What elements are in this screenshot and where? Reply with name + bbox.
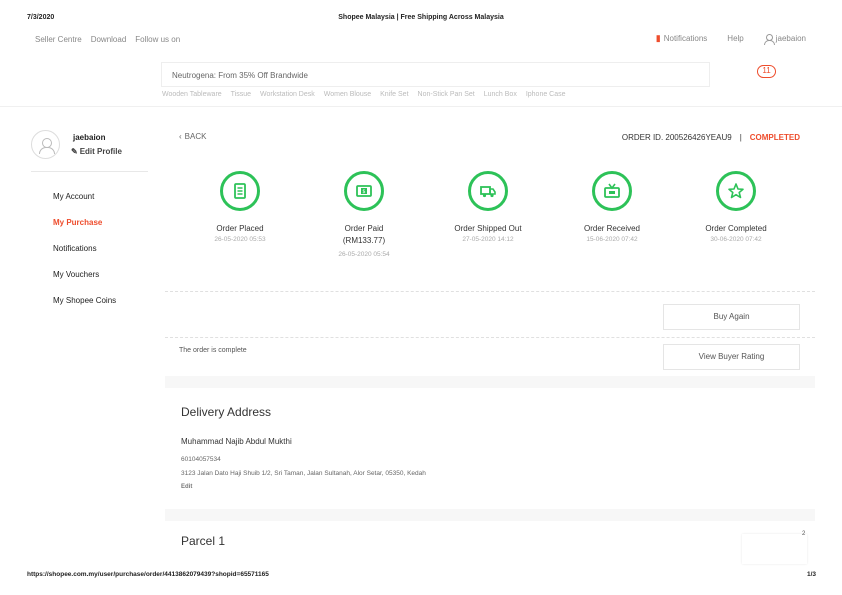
- notifications-label: Notifications: [663, 34, 708, 43]
- sidebar-item-my-vouchers[interactable]: My Vouchers: [53, 270, 116, 296]
- floating-panel: [742, 534, 807, 564]
- step-order-placed: Order Placed 26-05-2020 05:53: [180, 171, 300, 243]
- bell-icon: ▮: [655, 33, 661, 43]
- cart-count-badge[interactable]: 11: [757, 65, 776, 78]
- truck-icon: [468, 171, 508, 211]
- suggestion-link[interactable]: Wooden Tableware: [162, 91, 222, 98]
- order-id-bar: ORDER ID. 200526426YEAU9 | COMPLETED: [622, 133, 800, 142]
- step-label: Order Received: [583, 224, 641, 233]
- view-buyer-rating-button[interactable]: View Buyer Rating: [663, 344, 800, 370]
- buy-again-button[interactable]: Buy Again: [663, 304, 800, 330]
- step-time: 30-06-2020 07:42: [710, 236, 762, 243]
- edit-profile-link[interactable]: ✎ Edit Profile: [71, 147, 122, 156]
- step-order-paid: $ Order Paid (RM133.77) 26-05-2020 05:54: [304, 171, 424, 258]
- sidebar-item-my-shopee-coins[interactable]: My Shopee Coins: [53, 296, 116, 322]
- help-link[interactable]: Help: [727, 34, 743, 43]
- dashed-divider: [165, 337, 815, 338]
- step-order-received: Order Received 15-06-2020 07:42: [552, 171, 672, 243]
- step-time: 26-05-2020 05:53: [214, 236, 266, 243]
- svg-text:$: $: [362, 189, 365, 195]
- sidebar-divider: [31, 171, 148, 172]
- chevron-left-icon: ‹: [179, 132, 182, 141]
- receipt-icon: [220, 171, 260, 211]
- print-footer: https://shopee.com.my/user/purchase/orde…: [0, 571, 842, 581]
- print-page-number: 1/3: [806, 571, 816, 578]
- step-label: Order Completed: [705, 224, 767, 233]
- order-complete-note: The order is complete: [179, 347, 247, 354]
- step-sub: (RM133.77): [342, 236, 386, 245]
- order-status: COMPLETED: [749, 133, 800, 142]
- parcel-title: Parcel 1: [181, 534, 226, 548]
- suggestion-link[interactable]: Women Blouse: [324, 91, 371, 98]
- notifications-link[interactable]: ▮ Notifications: [656, 33, 708, 44]
- follow-us-link[interactable]: Follow us on: [135, 35, 180, 44]
- sidebar-item-notifications[interactable]: Notifications: [53, 244, 116, 270]
- order-id-separator: |: [739, 133, 742, 142]
- step-label: Order Placed: [216, 224, 264, 233]
- money-icon: $: [344, 171, 384, 211]
- recipient-phone: 60104057534: [181, 456, 221, 463]
- download-link[interactable]: Download: [91, 35, 127, 44]
- sidebar-username: jaebaion: [73, 133, 106, 142]
- print-title: Shopee Malaysia | Free Shipping Across M…: [338, 14, 504, 21]
- suggestion-link[interactable]: Iphone Case: [526, 91, 566, 98]
- print-url: https://shopee.com.my/user/purchase/orde…: [27, 571, 269, 578]
- corner-number: 2: [802, 531, 806, 537]
- back-button[interactable]: ‹ BACK: [179, 132, 206, 141]
- suggestion-link[interactable]: Knife Set: [380, 91, 408, 98]
- search-input[interactable]: Neutrogena: From 35% Off Brandwide: [161, 62, 710, 87]
- star-icon: [716, 171, 756, 211]
- avatar[interactable]: [31, 130, 60, 159]
- step-time: 27-05-2020 14:12: [462, 236, 514, 243]
- pencil-icon: ✎: [71, 147, 78, 156]
- header-divider: [0, 106, 842, 107]
- order-id: ORDER ID. 200526426YEAU9: [621, 133, 732, 142]
- step-label: Order Shipped Out: [454, 224, 522, 233]
- user-icon: [763, 33, 775, 45]
- order-progress-stepper: Order Placed 26-05-2020 05:53 $ Order Pa…: [165, 171, 815, 271]
- top-nav: Seller Centre Download Follow us on ▮ No…: [0, 33, 842, 49]
- back-label: BACK: [184, 132, 207, 141]
- inbox-icon: [592, 171, 632, 211]
- suggestion-link[interactable]: Workstation Desk: [260, 91, 315, 98]
- sidebar-item-my-account[interactable]: My Account: [53, 192, 116, 218]
- seller-centre-link[interactable]: Seller Centre: [35, 35, 82, 44]
- step-time: 26-05-2020 05:54: [338, 251, 390, 258]
- step-time: 15-06-2020 07:42: [586, 236, 638, 243]
- step-label: Order Paid: [344, 224, 384, 233]
- suggestion-link[interactable]: Tissue: [231, 91, 251, 98]
- recipient-name: Muhammad Najib Abdul Mukthi: [181, 437, 292, 446]
- section-gap: [165, 509, 815, 521]
- dashed-divider: [165, 291, 815, 292]
- print-header: 7/3/2020 Shopee Malaysia | Free Shipping…: [0, 14, 842, 26]
- step-order-completed: Order Completed 30-06-2020 07:42: [676, 171, 796, 243]
- sidebar-menu: My Account My Purchase Notifications My …: [53, 192, 116, 322]
- delivery-address-title: Delivery Address: [181, 405, 272, 419]
- edit-profile-label: Edit Profile: [79, 147, 122, 156]
- recipient-address: 3123 Jalan Dato Haji Shuib 1/2, Sri Tama…: [181, 470, 426, 477]
- section-gap: [165, 376, 815, 388]
- sidebar-item-my-purchase[interactable]: My Purchase: [53, 218, 116, 244]
- search-suggestions: Wooden Tableware Tissue Workstation Desk…: [162, 91, 566, 98]
- edit-address-link[interactable]: Edit: [181, 484, 192, 490]
- top-username: jaebaion: [775, 34, 806, 43]
- suggestion-link[interactable]: Non-Stick Pan Set: [418, 91, 475, 98]
- user-menu[interactable]: jaebaion: [763, 33, 806, 45]
- suggestion-link[interactable]: Lunch Box: [484, 91, 517, 98]
- step-order-shipped: Order Shipped Out 27-05-2020 14:12: [428, 171, 548, 243]
